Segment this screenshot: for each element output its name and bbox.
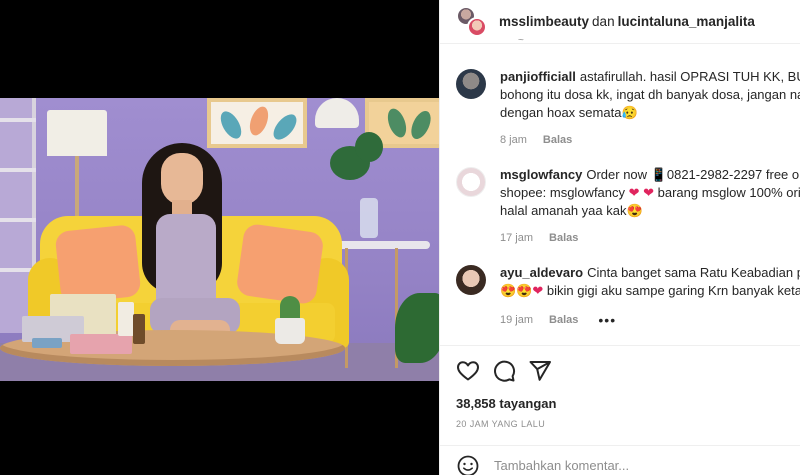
comment-line-text: barang msglow 100% ori (654, 185, 800, 200)
post-timestamp: 20 JAM YANG LALU (456, 419, 546, 429)
comment: msglowfancy Order now 📱0821-2982-2297 fre… (456, 166, 800, 244)
comment-meta: 17 jam Balas (500, 232, 800, 244)
comment-line: astafirullah. hasil OPRASI TUH KK, BUKAN (579, 69, 800, 84)
heart-outline-icon (457, 360, 479, 380)
comment-body: ayu_aldevaro Cinta banget sama Ratu Keaba… (500, 264, 800, 328)
comment-line: 😍😍❤ bikin gigi aku sampe garing Krn bany… (500, 282, 800, 300)
reply-button[interactable]: Balas (543, 134, 572, 146)
avatar[interactable] (456, 69, 486, 99)
heart-emoji: ❤ ❤ (628, 185, 655, 200)
comment-username[interactable]: ayu_aldevaro (500, 265, 583, 280)
paper-plane-icon (529, 360, 551, 381)
comment-line-text: dengan hoax semata (500, 105, 622, 120)
reply-button[interactable]: Balas (549, 314, 578, 326)
product-bottle (118, 302, 134, 336)
presenter-face (161, 153, 203, 205)
add-comment-bar (440, 445, 800, 475)
heart-emoji: ❤ (532, 283, 544, 298)
post-authors: msslimbeauty dan lucintaluna_manjalita (499, 14, 755, 29)
vase (360, 198, 378, 238)
comment-text: panjiofficiall astafirullah. hasil OPRASI… (500, 68, 800, 86)
comment-text: ayu_aldevaro Cinta banget sama Ratu Keaba… (500, 264, 800, 282)
comment-line: Cinta banget sama Ratu Keabadian poko (587, 265, 800, 280)
video-frame[interactable] (0, 98, 439, 381)
post-header: msslimbeauty dan lucintaluna_manjalita (440, 0, 800, 44)
comment-line: halal amanah yaa kak😍 (500, 202, 800, 220)
cactus-pot (275, 318, 305, 344)
comment: ayu_aldevaro Cinta banget sama Ratu Keaba… (456, 264, 800, 328)
comment-body: msglowfancy Order now 📱0821-2982-2297 fre… (500, 166, 800, 244)
product-bottle (133, 314, 145, 344)
heart-eyes-emoji: 😍 (626, 203, 643, 218)
comment-meta: 8 jam Balas (500, 134, 800, 146)
comment-line: 0821-2982-2297 free ongk (666, 167, 800, 182)
smiley-icon[interactable] (456, 454, 480, 475)
post-actions (440, 345, 800, 395)
comment-text: msglowfancy Order now 📱0821-2982-2297 fre… (500, 166, 800, 184)
collab-avatars[interactable] (456, 5, 488, 38)
post-side-panel: msslimbeauty dan lucintaluna_manjalita ~ p… (439, 0, 800, 475)
comment-line: bohong itu dosa kk, ingat dh banyak dosa… (500, 87, 800, 102)
comment-time: 17 jam (500, 232, 534, 244)
reply-button[interactable]: Balas (549, 232, 578, 244)
potted-plant (395, 293, 439, 363)
avatar[interactable] (456, 167, 486, 197)
comment-line-text: shopee: msglowfancy (500, 185, 629, 200)
pillow (54, 224, 142, 304)
avatar[interactable] (456, 265, 486, 295)
plant-leaf (355, 132, 383, 162)
view-count: 38,858 tayangan (456, 396, 557, 411)
heart-eyes-emoji: 😍😍 (500, 283, 533, 298)
video-player[interactable] (0, 0, 439, 475)
share-button[interactable] (528, 359, 552, 383)
like-button[interactable] (456, 359, 480, 383)
comment-meta: 19 jam Balas ••• (500, 312, 800, 328)
comment-button[interactable] (492, 359, 516, 383)
comment: panjiofficiall astafirullah. hasil OPRASI… (456, 68, 800, 146)
comment-username[interactable]: panjiofficiall (500, 69, 576, 84)
author-username[interactable]: msslimbeauty (499, 14, 589, 29)
avatar[interactable] (467, 16, 487, 37)
wall-art-left (207, 98, 307, 148)
floor-lamp (47, 110, 107, 156)
author-joiner: dan (592, 14, 615, 29)
phone-emoji: 📱 (650, 167, 667, 182)
comment-line: Order now (586, 167, 651, 182)
author-username[interactable]: lucintaluna_manjalita (618, 14, 755, 29)
pillow (235, 222, 325, 306)
comment-line-text: halal amanah yaa kak (500, 203, 627, 218)
comment-body: panjiofficiall astafirullah. hasil OPRASI… (500, 68, 800, 146)
product-pack (32, 338, 62, 348)
sad-emoji: 😥 (621, 105, 638, 120)
comment-time: 19 jam (500, 314, 534, 326)
comment-line: shopee: msglowfancy ❤ ❤ barang msglow 10… (500, 184, 800, 202)
comment-bubble-icon (494, 360, 516, 382)
product-pack (70, 334, 132, 354)
add-comment-input[interactable] (494, 458, 774, 473)
comment-username[interactable]: msglowfancy (500, 167, 582, 182)
comment-time: 8 jam (500, 134, 527, 146)
comment-line: dengan hoax semata😥 (500, 104, 800, 122)
more-options-icon[interactable]: ••• (598, 312, 616, 328)
previous-comment-stub: ~ (518, 35, 524, 46)
comment-line-text: bikin gigi aku sampe garing Krn banyak k… (543, 283, 800, 298)
